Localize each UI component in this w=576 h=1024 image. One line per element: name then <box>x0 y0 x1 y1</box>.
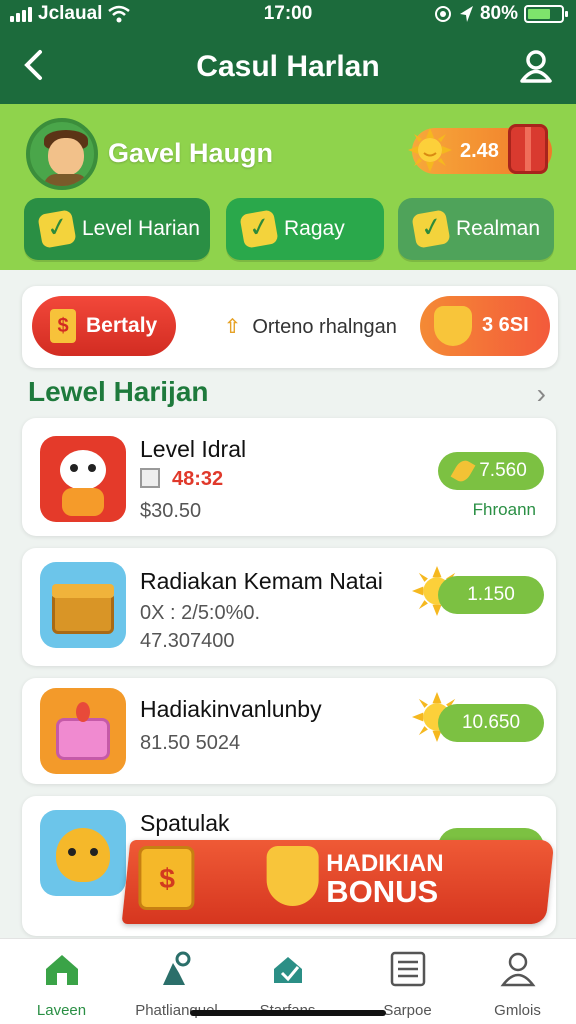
bonus-banner[interactable]: HADIKIAN BONUS <box>121 840 555 924</box>
nav-sarpoe[interactable]: Sarpoe <box>350 949 465 1019</box>
nav-label: Laveen <box>36 1002 87 1019</box>
coin-balance[interactable]: 2.48 <box>408 124 552 174</box>
bonus-line2: BONUS <box>326 874 439 909</box>
shield-coin-icon <box>266 846 319 906</box>
gift-bag-icon <box>40 688 126 774</box>
item-detail: 0X : 2/5:0%0. <box>140 602 261 624</box>
profile-button[interactable] <box>518 48 554 84</box>
reward-info-text: Orteno rhalngan <box>252 316 397 338</box>
section-title: Lewel Harijan <box>28 376 209 407</box>
top-navigation-bar: Casul Harlan <box>0 30 576 104</box>
upload-arrow-icon: ⇧ <box>224 316 241 338</box>
nav-phatlianquel[interactable]: Phatlianquel <box>119 949 234 1019</box>
status-right: 80% <box>434 3 568 25</box>
tab-label: Level Harian <box>82 217 200 240</box>
item-reward-pill[interactable]: 7.560 <box>438 452 544 490</box>
nav-label: Gmlois <box>494 1002 541 1019</box>
item-reward-value: 1.150 <box>467 584 515 605</box>
checkmark-icon <box>411 209 451 249</box>
item-title: Spatulak <box>140 810 230 836</box>
reward-value-pill[interactable]: 3 6SI <box>420 296 550 356</box>
item-reward-value: 10.650 <box>461 712 521 733</box>
leaf-icon <box>450 457 476 485</box>
item-title: Level Idral <box>140 436 247 462</box>
sun-coin-icon <box>408 128 452 172</box>
cube-icon <box>140 468 160 488</box>
profile-name: Gavel Haugn <box>108 138 274 168</box>
refresh-house-icon <box>273 957 302 983</box>
ticket-icon: $ <box>50 309 76 343</box>
nav-starfans[interactable]: Starfans <box>230 949 345 1019</box>
item-caption: Fhroann <box>472 500 536 519</box>
item-detail-secondary: 47.307400 <box>140 630 235 652</box>
tab-level-harian[interactable]: Level Harian <box>24 198 210 260</box>
item-reward-pill[interactable]: 1.150 <box>438 576 544 614</box>
bonus-gift-icon <box>138 846 195 910</box>
item-timer: 48:32 <box>140 468 223 491</box>
item-reward-value: 7.560 <box>479 460 527 481</box>
navigation-arrow-icon <box>459 6 473 22</box>
main-content: $ Bertaly ⇧ Orteno rhalngan 3 6SI Lewel … <box>0 270 576 938</box>
tab-realman[interactable]: Realman <box>398 198 554 260</box>
item-timer-value: 48:32 <box>172 468 224 490</box>
tab-label: Realman <box>456 217 541 240</box>
bonus-text: HADIKIAN BONUS <box>326 850 444 909</box>
list-icon <box>390 951 425 987</box>
item-title: Hadiakinvanlunby <box>140 696 322 722</box>
reward-value: 3 6SI <box>482 314 529 336</box>
reward-bar: $ Bertaly ⇧ Orteno rhalngan 3 6SI <box>22 286 558 368</box>
gift-box-icon <box>508 124 548 174</box>
checkmark-icon <box>239 209 279 249</box>
item-detail: 81.50 5024 <box>140 732 241 754</box>
item-reward-pill[interactable]: 10.650 <box>438 704 544 742</box>
reward-info: ⇧ Orteno rhalngan <box>224 314 397 339</box>
home-icon <box>45 955 78 985</box>
shield-coin-icon <box>434 306 472 346</box>
status-bar: Jclaual 17:00 80% <box>0 0 576 30</box>
treasure-chest-icon <box>40 562 126 648</box>
avatar[interactable] <box>26 118 98 190</box>
battery-icon <box>524 5 568 23</box>
tab-ragay[interactable]: Ragay <box>226 198 384 260</box>
tab-bar: Level Harian Ragay Realman <box>24 198 554 260</box>
user-icon <box>499 952 536 987</box>
chevron-right-icon[interactable]: › <box>537 378 546 410</box>
coin-value: 2.48 <box>460 140 499 162</box>
nav-gmlois[interactable]: Gmlois <box>460 949 575 1019</box>
list-item[interactable]: Hadiakinvanlunby 81.50 5024 10.650 <box>22 678 556 784</box>
page-title: Casul Harlan <box>196 50 380 83</box>
list-item[interactable]: Radiakan Kemam Natai 0X : 2/5:0%0. 47.30… <box>22 548 556 666</box>
panda-game-icon <box>40 436 126 522</box>
home-indicator[interactable] <box>190 1010 386 1016</box>
item-price: $30.50 <box>140 500 202 522</box>
item-title: Radiakan Kemam Natai <box>140 568 383 594</box>
bertaly-label: Bertaly <box>86 314 158 337</box>
battery-percent: 80% <box>479 3 518 24</box>
list-item[interactable]: Level Idral 48:32 $30.50 7.560 Fhroann <box>22 418 556 536</box>
fox-game-icon <box>40 810 126 896</box>
nav-laveen[interactable]: Laveen <box>4 949 119 1019</box>
location-icon <box>434 6 451 22</box>
profile-banner: Gavel Haugn 2.48 Level Harian Ragay Real… <box>0 104 576 270</box>
bertaly-button[interactable]: $ Bertaly <box>32 296 176 356</box>
user-icon <box>520 50 552 83</box>
tab-label: Ragay <box>284 217 345 240</box>
checkmark-icon <box>37 209 77 249</box>
bonus-line1: HADIKIAN <box>326 850 444 877</box>
pin-person-icon <box>162 951 190 985</box>
